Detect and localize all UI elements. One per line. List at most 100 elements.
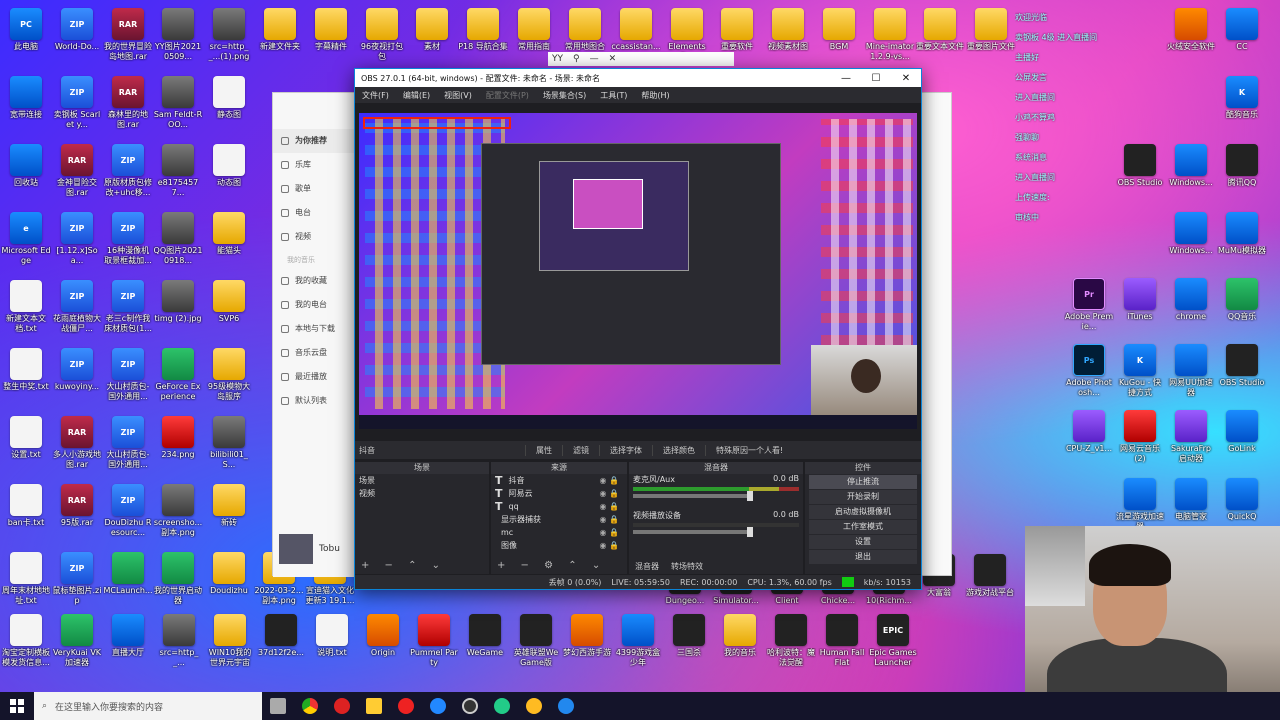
- music-nav-item[interactable]: 电台: [273, 201, 355, 225]
- desktop-icon[interactable]: 能猫头: [204, 210, 254, 272]
- slider-handle[interactable]: [747, 491, 753, 501]
- menu-file[interactable]: 文件(F): [355, 90, 396, 101]
- pin-icon[interactable]: ⚲: [573, 54, 580, 64]
- desktop-icon[interactable]: ZIP [1.12.x]Soa...: [52, 210, 102, 272]
- desktop-icon[interactable]: PC 此电脑: [1, 6, 51, 68]
- desktop-icon[interactable]: ZIP DouDizhu Resourc...: [103, 482, 153, 544]
- music-nav-item[interactable]: 视频: [273, 225, 355, 249]
- desktop-icon[interactable]: MCLaunch...: [103, 550, 153, 612]
- desktop-icon[interactable]: Origin: [358, 612, 408, 674]
- desktop-icon[interactable]: SVP6: [204, 278, 254, 340]
- file-explorer-icon[interactable]: [358, 692, 390, 720]
- desktop-icon[interactable]: 宽带连接: [1, 74, 51, 136]
- desktop-icon[interactable]: RAR 我的世界冒险岛地图.rar: [103, 6, 153, 68]
- tab-mixer[interactable]: 混音器: [635, 561, 659, 572]
- select-font-button[interactable]: 选择字体: [599, 444, 652, 456]
- desktop-icon[interactable]: 我的世界启动器: [153, 550, 203, 612]
- desktop-icon[interactable]: 字幕精件: [306, 6, 356, 68]
- desktop-icon[interactable]: iTunes: [1115, 276, 1165, 338]
- desktop-icon[interactable]: Pummel Party: [409, 612, 459, 674]
- visibility-icon[interactable]: ◉ 🔒: [600, 526, 619, 539]
- music-nav-item[interactable]: 我的收藏: [273, 269, 355, 293]
- virtual-camera-button[interactable]: 启动虚拟摄像机: [809, 505, 917, 519]
- desktop-icon[interactable]: 新砖: [204, 482, 254, 544]
- desktop-icon[interactable]: e Microsoft Edge: [1, 210, 51, 272]
- desktop-icon[interactable]: ZIP 鼠标垫图片.zip: [52, 550, 102, 612]
- scene-item[interactable]: 场景: [355, 474, 489, 487]
- desktop-icon[interactable]: ZIP 原版材质包修改+uhc移...: [103, 142, 153, 204]
- desktop-icon[interactable]: OBS Studio: [1217, 342, 1267, 404]
- music-nav-item[interactable]: 音乐云盘: [273, 341, 355, 365]
- desktop-icon[interactable]: Mine-imator 1.2.9-vs...: [865, 6, 915, 68]
- task-view-icon[interactable]: [262, 692, 294, 720]
- app-icon[interactable]: [486, 692, 518, 720]
- desktop-icon[interactable]: ZIP 老三c制作我床材质包(1...: [103, 278, 153, 340]
- desktop-icon[interactable]: 重要文本文件: [915, 6, 965, 68]
- music-nav-item[interactable]: 我的电台: [273, 293, 355, 317]
- desktop-icon[interactable]: 周年末材地地址.txt: [1, 550, 51, 612]
- desktop-icon[interactable]: chrome: [1166, 276, 1216, 338]
- desktop-icon[interactable]: ZIP 大山村质包-国外通用...: [103, 346, 153, 408]
- menu-view[interactable]: 视图(V): [437, 90, 479, 101]
- desktop-icon[interactable]: 网易UU加速器: [1166, 342, 1216, 404]
- desktop-icon[interactable]: QQ图片20210918...: [153, 210, 203, 272]
- desktop-icon[interactable]: 95级模物大岛服序: [204, 346, 254, 408]
- source-item[interactable]: T 阿易云 ◉ 🔒: [491, 487, 627, 500]
- desktop-icon[interactable]: ban卡.txt: [1, 482, 51, 544]
- desktop-icon[interactable]: src=http__...: [154, 612, 204, 674]
- source-item[interactable]: 显示器捕获 ◉ 🔒: [491, 513, 627, 526]
- properties-button[interactable]: 属性: [525, 444, 562, 456]
- netease-music-icon[interactable]: [390, 692, 422, 720]
- desktop-icon[interactable]: src=http__...(1).png: [204, 6, 254, 68]
- source-item[interactable]: T 抖音 ◉ 🔒: [491, 474, 627, 487]
- desktop-icon[interactable]: YY图片20210509...: [153, 6, 203, 68]
- desktop-icon[interactable]: WIN10我的世界元宇宙: [205, 612, 255, 674]
- menu-edit[interactable]: 编辑(E): [396, 90, 437, 101]
- stop-streaming-button[interactable]: 停止推流: [809, 475, 917, 489]
- desktop-icon[interactable]: RAR 金神冒险交图.rar: [52, 142, 102, 204]
- volume-slider[interactable]: [633, 527, 753, 537]
- desktop-icon[interactable]: Sam Feldt-ROO...: [153, 74, 203, 136]
- menu-profile[interactable]: 配置文件(P): [479, 90, 536, 101]
- minimize-button[interactable]: —: [831, 73, 861, 84]
- source-item[interactable]: mc ◉ 🔒: [491, 526, 627, 539]
- taskbar-search[interactable]: ⌕ 在这里输入你要搜索的内容: [34, 692, 262, 720]
- now-playing[interactable]: Tobu: [279, 531, 355, 567]
- desktop-icon[interactable]: e81754577...: [153, 142, 203, 204]
- source-selection-box[interactable]: [363, 117, 511, 129]
- visibility-icon[interactable]: ◉ 🔒: [600, 500, 619, 513]
- desktop-icon[interactable]: GoLink: [1217, 408, 1267, 470]
- desktop-icon[interactable]: 新建文本文档.txt: [1, 278, 51, 340]
- desktop-icon[interactable]: 重要图片文件: [966, 6, 1016, 68]
- desktop-icon[interactable]: ZIP World-Do...: [52, 6, 102, 68]
- desktop-icon[interactable]: RAR 森林里的地图.rar: [103, 74, 153, 136]
- obs-icon[interactable]: [454, 692, 486, 720]
- minimize-icon[interactable]: —: [590, 54, 599, 64]
- music-nav-item[interactable]: 本地与下载: [273, 317, 355, 341]
- tab-transitions[interactable]: 转场特效: [671, 561, 703, 572]
- start-recording-button[interactable]: 开始录制: [809, 490, 917, 504]
- desktop-icon[interactable]: 回收站: [1, 142, 51, 204]
- menu-help[interactable]: 帮助(H): [634, 90, 676, 101]
- desktop-icon[interactable]: 静态图: [204, 74, 254, 136]
- menu-tools[interactable]: 工具(T): [593, 90, 634, 101]
- desktop-icon[interactable]: 设置.txt: [1, 414, 51, 476]
- visibility-icon[interactable]: ◉ 🔒: [600, 539, 619, 552]
- kugou-icon[interactable]: [550, 692, 582, 720]
- desktop-icon[interactable]: 整生中奖.txt: [1, 346, 51, 408]
- desktop-icon[interactable]: Doudizhu: [204, 550, 254, 612]
- close-icon[interactable]: ✕: [609, 54, 617, 64]
- chrome-icon[interactable]: [294, 692, 326, 720]
- desktop-icon[interactable]: 游戏对战平台: [965, 552, 1015, 614]
- desktop-icon[interactable]: ZIP 大山村质包-国外通用...: [103, 414, 153, 476]
- desktop-icon[interactable]: 素材: [407, 6, 457, 68]
- desktop-icon[interactable]: 视频素材图: [763, 6, 813, 68]
- music-nav-item[interactable]: 歌单: [273, 177, 355, 201]
- visibility-icon[interactable]: ◉ 🔒: [600, 474, 619, 487]
- browser-icon[interactable]: [422, 692, 454, 720]
- game-icon[interactable]: [518, 692, 550, 720]
- source-item[interactable]: Tqq ◉ 🔒: [491, 500, 627, 513]
- desktop-icon[interactable]: 直播大厅: [103, 612, 153, 674]
- desktop-icon[interactable]: CPU-Z_v1...: [1064, 408, 1114, 470]
- desktop-icon[interactable]: QQ音乐: [1217, 276, 1267, 338]
